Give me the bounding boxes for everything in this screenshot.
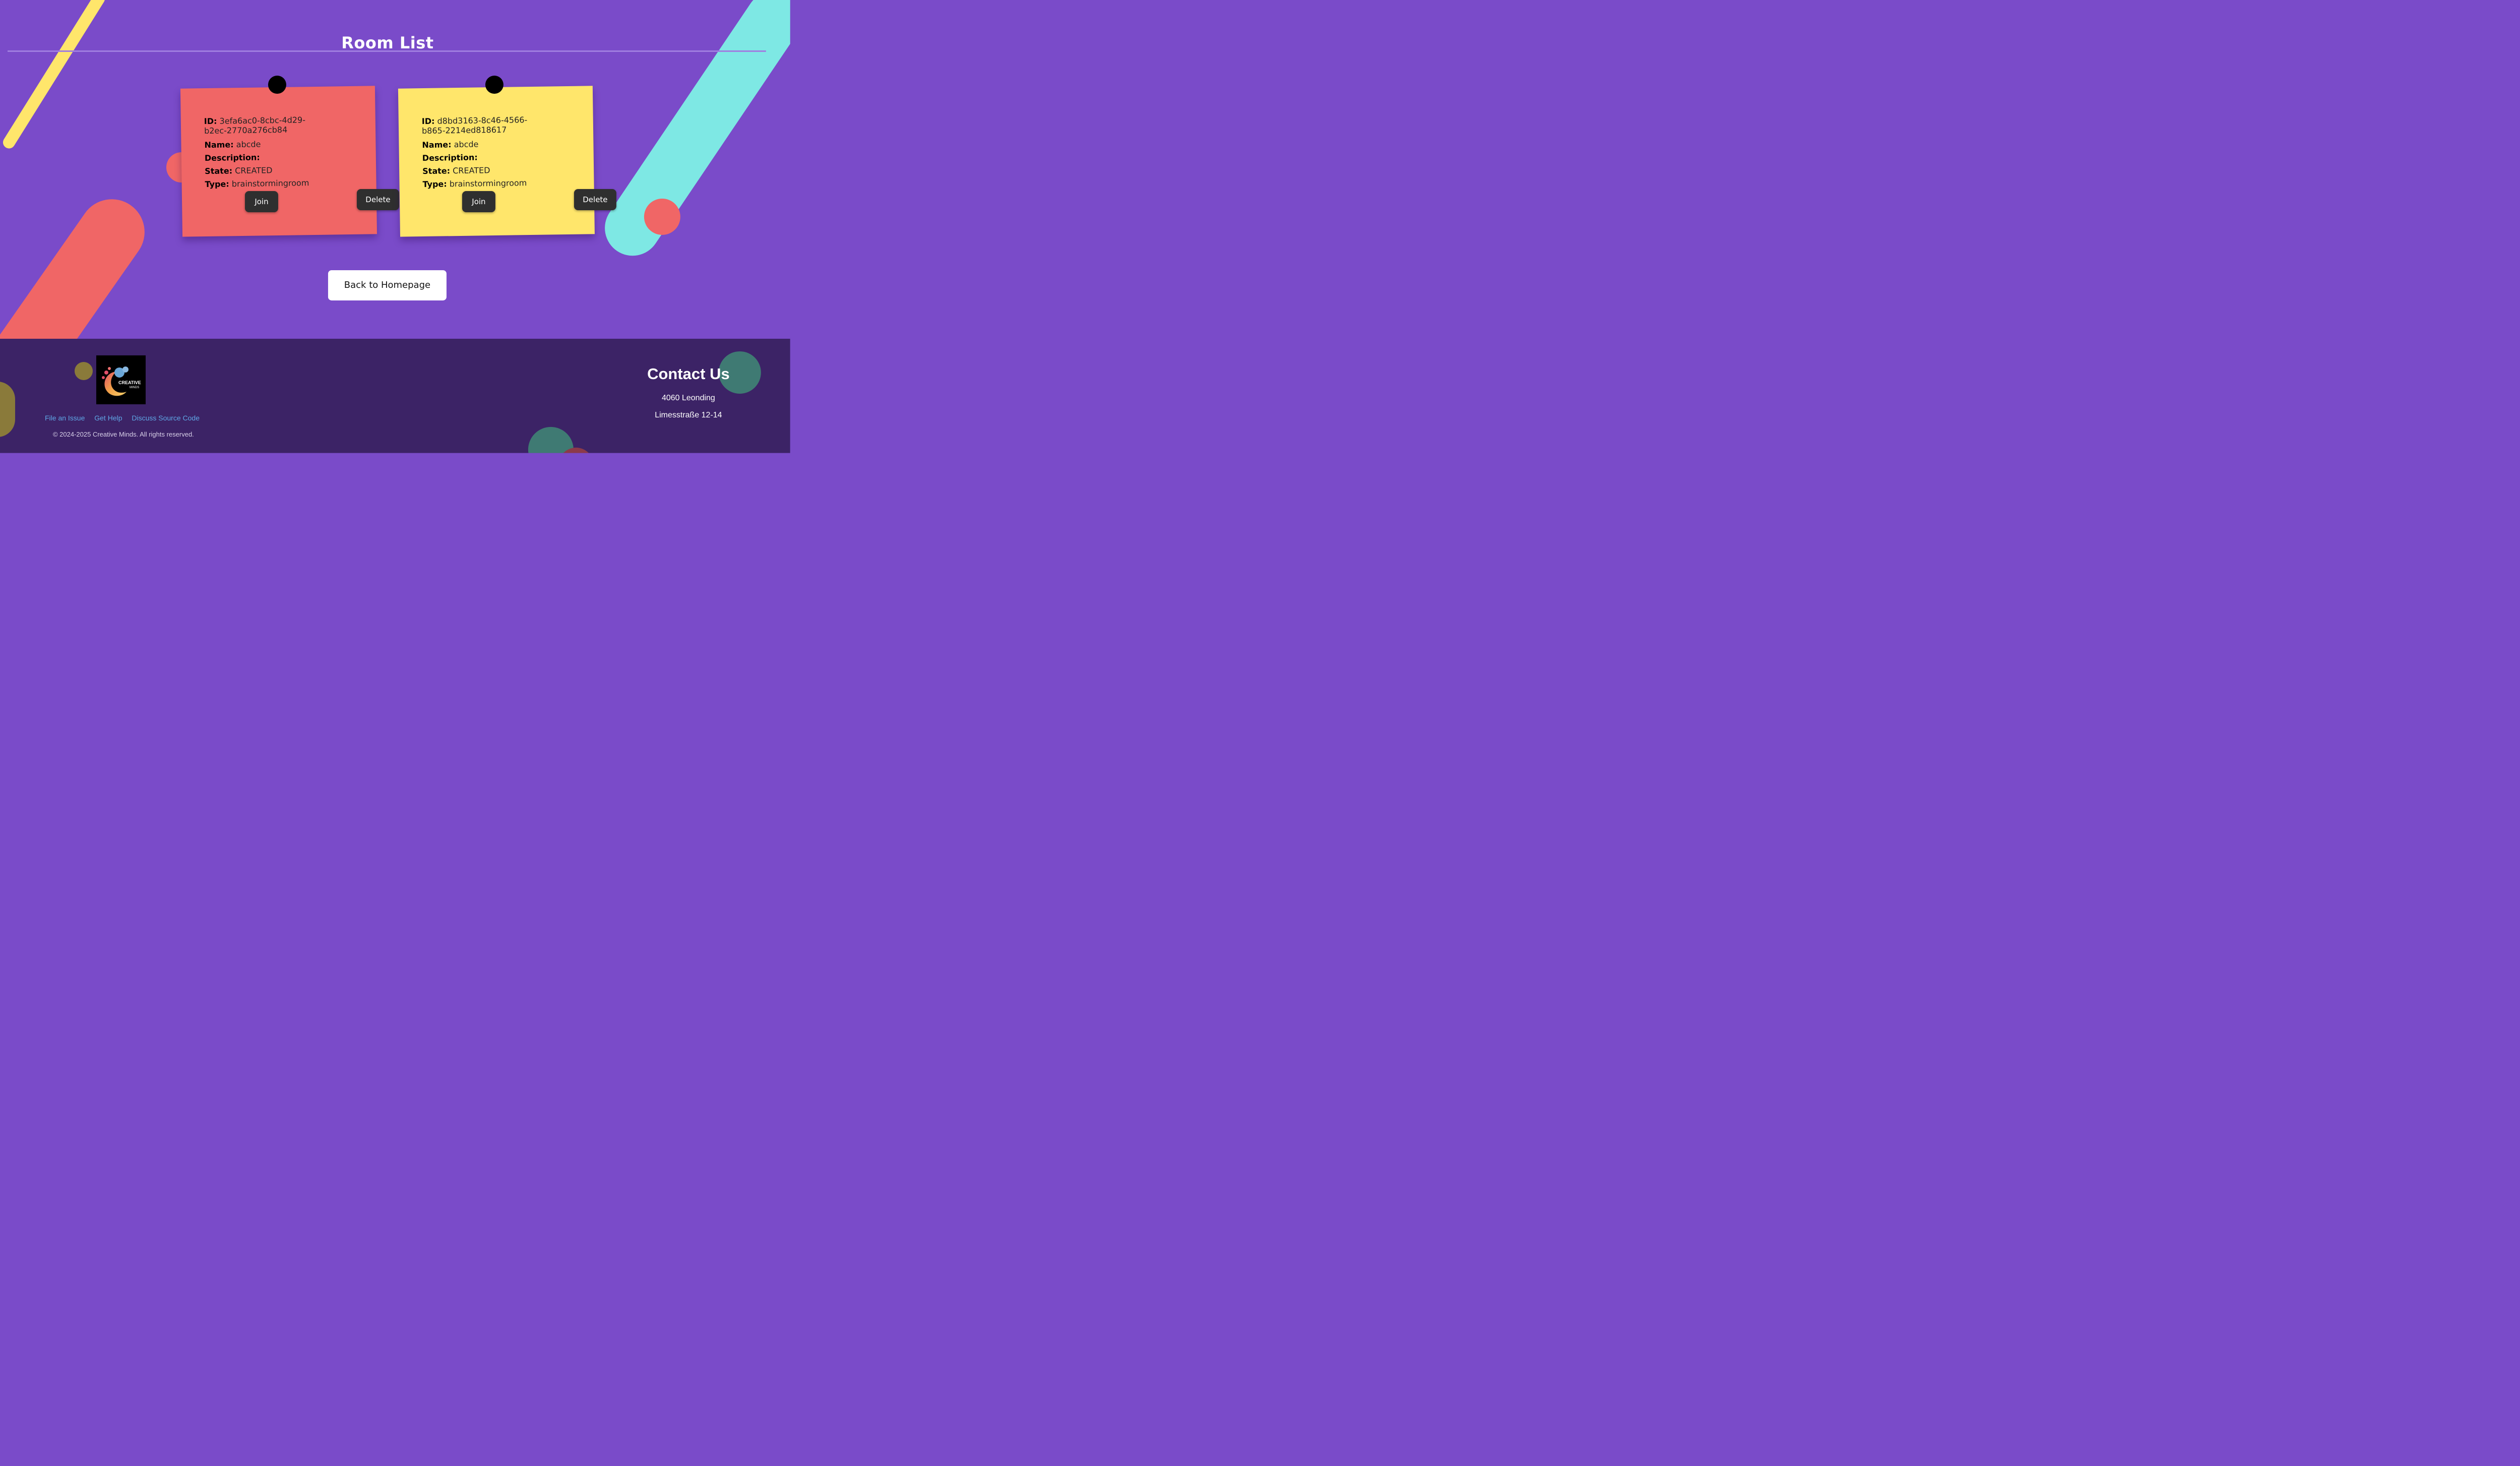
room-card: ID: d8bd3163-8c46-4566- b865-2214ed818617… — [398, 86, 595, 237]
footer: CREATIVE MINDS File an Issue Get Help Di… — [0, 338, 790, 453]
delete-button[interactable]: Delete — [356, 189, 399, 210]
page: Room List ID: 3efa6ac0-8cbc-4d29- b2ec-27… — [0, 0, 790, 453]
copyright-text: © 2024-2025 Creative Minds. All rights r… — [52, 430, 194, 438]
yellow-stripe-decoration — [1, 0, 107, 151]
title-divider — [7, 50, 766, 52]
discuss-source-code-link[interactable]: Discuss Source Code — [132, 414, 200, 422]
footer-olive-circle-decoration — [74, 361, 93, 380]
room-type: Type: brainstormingroom — [205, 178, 309, 190]
footer-olive-blob-decoration — [0, 381, 15, 437]
footer-teal-blob-decoration — [528, 426, 574, 453]
room-id: ID: d8bd3163-8c46-4566- b865-2214ed818617 — [421, 115, 528, 136]
room-name: Name: abcde — [204, 139, 261, 150]
page-canvas: Room List ID: 3efa6ac0-8cbc-4d29- b2ec-27… — [0, 0, 790, 453]
logo-splash-icon: CREATIVE MINDS — [101, 366, 141, 396]
back-to-homepage-button[interactable]: Back to Homepage — [328, 270, 447, 300]
room-state: State: CREATED — [422, 165, 490, 176]
address-line-1: 4060 Leonding — [661, 393, 715, 402]
delete-button[interactable]: Delete — [574, 189, 616, 210]
creative-minds-logo: CREATIVE MINDS — [96, 355, 146, 404]
address-line-2: Limesstraße 12-14 — [655, 410, 722, 419]
page-title: Room List — [341, 33, 434, 52]
pushpin-icon — [268, 75, 286, 94]
footer-links: File an Issue Get Help Discuss Source Co… — [45, 414, 207, 422]
room-name: Name: abcde — [422, 139, 479, 150]
get-help-link[interactable]: Get Help — [94, 414, 122, 422]
pushpin-icon — [485, 75, 503, 94]
file-an-issue-link[interactable]: File an Issue — [45, 414, 85, 422]
room-card: ID: 3efa6ac0-8cbc-4d29- b2ec-2770a276cb84… — [180, 86, 377, 237]
contact-heading: Contact Us — [647, 364, 730, 383]
room-description: Description: — [204, 152, 260, 163]
svg-text:CREATIVE: CREATIVE — [118, 380, 141, 385]
join-button[interactable]: Join — [244, 191, 278, 212]
join-button[interactable]: Join — [462, 191, 495, 212]
room-state: State: CREATED — [205, 165, 273, 176]
red-circle-decoration-right — [644, 198, 680, 235]
room-type: Type: brainstormingroom — [422, 178, 527, 190]
room-id: ID: 3efa6ac0-8cbc-4d29- b2ec-2770a276cb84 — [204, 115, 306, 136]
svg-text:MINDS: MINDS — [130, 386, 139, 389]
room-description: Description: — [422, 152, 478, 163]
